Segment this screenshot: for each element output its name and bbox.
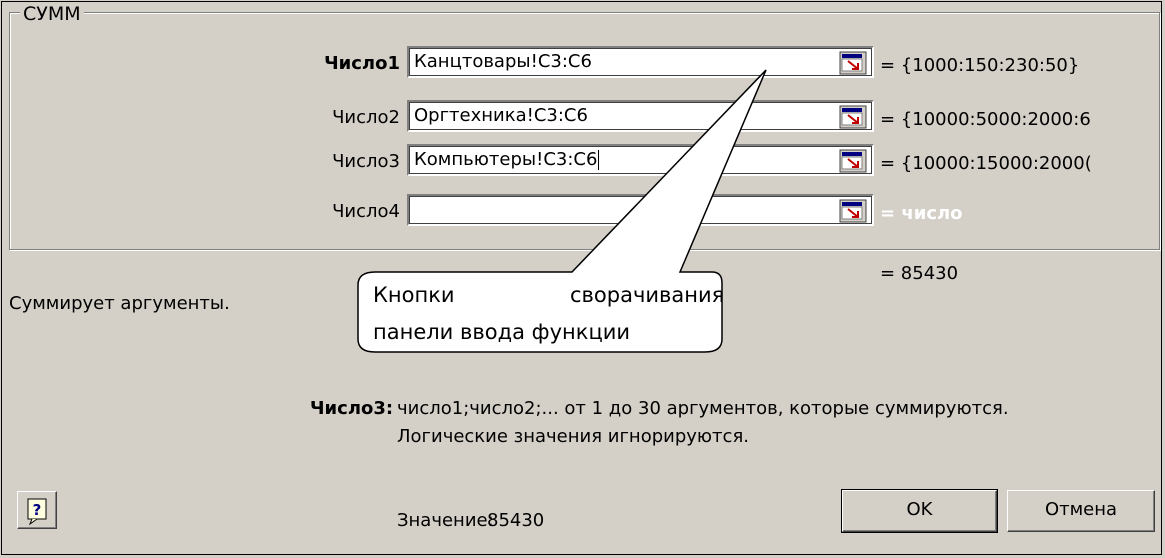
callout-text-line1-left: Кнопки [373, 283, 455, 307]
callout-text-line1-right: сворачивания [570, 283, 725, 307]
callout-balloon [357, 69, 767, 353]
callout-text-line2: панели ввода функции [373, 320, 631, 344]
